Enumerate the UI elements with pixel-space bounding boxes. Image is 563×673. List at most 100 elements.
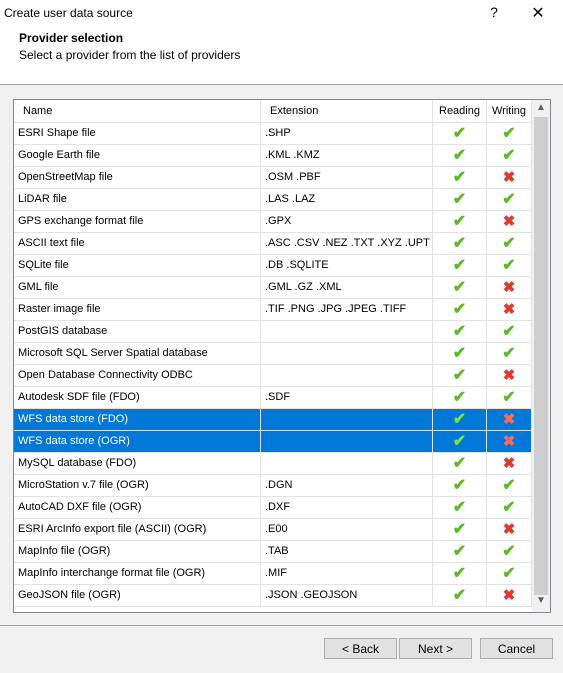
scroll-down-icon[interactable]: ▼ <box>532 595 550 612</box>
extension-cell: .TIF .PNG .JPG .JPEG .TIFF <box>261 299 433 320</box>
writing-cross-icon-value: ✖ <box>502 455 516 472</box>
writing-check-icon-value: ✔ <box>502 235 516 252</box>
table-row[interactable]: WFS data store (OGR) ✔ ✖ <box>14 431 532 453</box>
table-row[interactable]: OpenStreetMap file .OSM .PBF ✔ ✖ <box>14 167 532 189</box>
reading-check-icon-value: ✔ <box>452 279 467 296</box>
provider-name-cell: GeoJSON file (OGR) <box>14 585 261 606</box>
table-row[interactable]: Raster image file .TIF .PNG .JPG .JPEG .T… <box>14 299 532 321</box>
extension-cell <box>261 321 433 342</box>
reading-check-icon: ✔ <box>433 497 487 518</box>
extension-cell-value: .SHP <box>265 127 291 139</box>
reading-check-icon: ✔ <box>433 167 487 188</box>
provider-name-cell: MicroStation v.7 file (OGR) <box>14 475 261 496</box>
table-row[interactable]: MySQL database (FDO) ✔ ✖ <box>14 453 532 475</box>
writing-check-icon-value: ✔ <box>502 565 516 582</box>
provider-name-cell: ESRI ArcInfo export file (ASCII) (OGR) <box>14 519 261 540</box>
writing-check-icon: ✔ <box>487 321 532 342</box>
provider-name-cell: MySQL database (FDO) <box>14 453 261 474</box>
table-row[interactable]: GPS exchange format file .GPX ✔ ✖ <box>14 211 532 233</box>
reading-check-icon-value: ✔ <box>452 499 467 516</box>
table-row[interactable]: Autodesk SDF file (FDO) .SDF ✔ ✔ <box>14 387 532 409</box>
writing-check-icon: ✔ <box>487 541 532 562</box>
provider-name-cell-value: GPS exchange format file <box>18 215 144 227</box>
provider-name-cell: MapInfo interchange format file (OGR) <box>14 563 261 584</box>
provider-name-cell-value: MicroStation v.7 file (OGR) <box>18 479 149 491</box>
extension-cell: .SDF <box>261 387 433 408</box>
table-row[interactable]: ESRI ArcInfo export file (ASCII) (OGR) .E… <box>14 519 532 541</box>
table-row[interactable]: MapInfo file (OGR) .TAB ✔ ✔ <box>14 541 532 563</box>
reading-check-icon-value: ✔ <box>452 411 467 428</box>
extension-cell-value: .E00 <box>265 523 288 535</box>
next-button[interactable]: Next > <box>399 638 472 659</box>
table-row[interactable]: GeoJSON file (OGR) .JSON .GEOJSON ✔ ✖ <box>14 585 532 607</box>
extension-cell: .LAS .LAZ <box>261 189 433 210</box>
table-row[interactable]: Open Database Connectivity ODBC ✔ ✖ <box>14 365 532 387</box>
table-row[interactable]: ASCII text file .ASC .CSV .NEZ .TXT .XYZ … <box>14 233 532 255</box>
provider-name-cell-value: MySQL database (FDO) <box>18 457 137 469</box>
reading-check-icon-value: ✔ <box>452 587 467 604</box>
reading-check-icon: ✔ <box>433 475 487 496</box>
footer-divider <box>0 625 563 626</box>
column-header-reading[interactable]: Reading <box>433 100 487 122</box>
extension-cell: .OSM .PBF <box>261 167 433 188</box>
extension-cell: .JSON .GEOJSON <box>261 585 433 606</box>
table-row[interactable]: LiDAR file .LAS .LAZ ✔ ✔ <box>14 189 532 211</box>
back-button[interactable]: < Back <box>324 638 397 659</box>
reading-check-icon-value: ✔ <box>452 191 467 208</box>
page-subtitle: Select a provider from the list of provi… <box>19 48 241 62</box>
table-row[interactable]: PostGIS database ✔ ✔ <box>14 321 532 343</box>
table-row[interactable]: SQLite file .DB .SQLITE ✔ ✔ <box>14 255 532 277</box>
writing-cross-icon-value: ✖ <box>502 587 516 604</box>
provider-name-cell-value: ASCII text file <box>18 237 85 249</box>
writing-check-icon-value: ✔ <box>502 323 516 340</box>
extension-cell <box>261 431 433 452</box>
reading-check-icon: ✔ <box>433 321 487 342</box>
reading-check-icon-value: ✔ <box>452 543 467 560</box>
extension-cell <box>261 453 433 474</box>
provider-name-cell: ASCII text file <box>14 233 261 254</box>
writing-check-icon-value: ✔ <box>502 191 516 208</box>
reading-check-icon: ✔ <box>433 299 487 320</box>
table-row[interactable]: MicroStation v.7 file (OGR) .DGN ✔ ✔ <box>14 475 532 497</box>
extension-cell: .TAB <box>261 541 433 562</box>
column-header-extension[interactable]: Extension <box>261 100 433 122</box>
provider-name-cell-value: SQLite file <box>18 259 69 271</box>
writing-check-icon: ✔ <box>487 145 532 166</box>
extension-cell-value: .LAS .LAZ <box>265 193 316 205</box>
writing-check-icon-value: ✔ <box>502 389 516 406</box>
reading-check-icon: ✔ <box>433 519 487 540</box>
column-header-name[interactable]: Name <box>14 100 261 122</box>
table-row[interactable]: ESRI Shape file .SHP ✔ ✔ <box>14 123 532 145</box>
reading-check-icon: ✔ <box>433 277 487 298</box>
reading-check-icon: ✔ <box>433 123 487 144</box>
reading-check-icon: ✔ <box>433 145 487 166</box>
writing-cross-icon-value: ✖ <box>502 521 516 538</box>
writing-check-icon: ✔ <box>487 123 532 144</box>
reading-check-icon: ✔ <box>433 211 487 232</box>
cancel-button[interactable]: Cancel <box>480 638 553 659</box>
table-row[interactable]: GML file .GML .GZ .XML ✔ ✖ <box>14 277 532 299</box>
provider-list[interactable]: Name Extension Reading Writing ESRI Shap… <box>13 99 551 613</box>
reading-check-icon: ✔ <box>433 233 487 254</box>
extension-cell-value: .DGN <box>265 479 293 491</box>
table-row[interactable]: Google Earth file .KML .KMZ ✔ ✔ <box>14 145 532 167</box>
table-row[interactable]: WFS data store (FDO) ✔ ✖ <box>14 409 532 431</box>
table-row[interactable]: Microsoft SQL Server Spatial database ✔ ✔ <box>14 343 532 365</box>
extension-cell-value: .KML .KMZ <box>265 149 320 161</box>
vertical-scrollbar[interactable]: ▲ ▼ <box>532 100 550 612</box>
column-header-writing[interactable]: Writing <box>487 100 532 122</box>
table-row[interactable]: AutoCAD DXF file (OGR) .DXF ✔ ✔ <box>14 497 532 519</box>
reading-check-icon: ✔ <box>433 453 487 474</box>
extension-cell: .SHP <box>261 123 433 144</box>
scroll-thumb[interactable] <box>534 117 548 595</box>
provider-name-cell: ESRI Shape file <box>14 123 261 144</box>
provider-name-cell: Raster image file <box>14 299 261 320</box>
close-icon[interactable]: ✕ <box>528 3 548 23</box>
help-icon[interactable]: ? <box>486 4 502 22</box>
writing-check-icon-value: ✔ <box>502 125 516 142</box>
provider-name-cell-value: PostGIS database <box>18 325 108 337</box>
extension-cell-value: .SDF <box>265 391 291 403</box>
table-row[interactable]: MapInfo interchange format file (OGR) .MI… <box>14 563 532 585</box>
extension-cell: .DGN <box>261 475 433 496</box>
table-body: ESRI Shape file .SHP ✔ ✔ Google Earth file .K… <box>14 123 532 607</box>
